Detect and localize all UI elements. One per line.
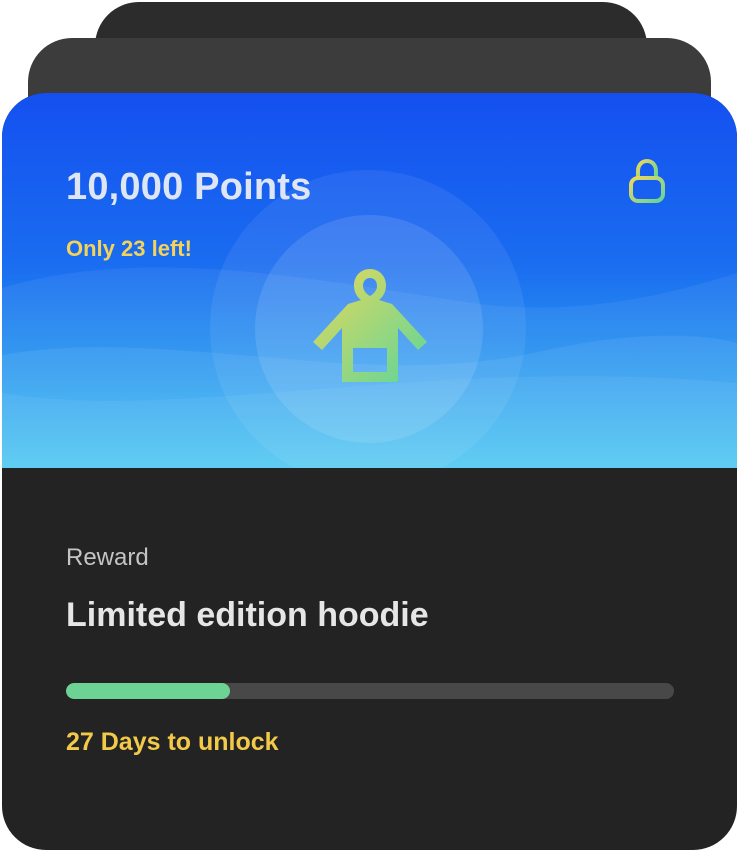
lock-status-button[interactable]: [625, 158, 669, 205]
lock-icon: [629, 158, 665, 203]
reward-name: Limited edition hoodie: [66, 596, 429, 634]
reward-details: Reward Limited edition hoodie 27 Days to…: [2, 468, 737, 850]
unlock-progress-bar: [66, 683, 674, 699]
reward-card[interactable]: 10,000 Points Only 23 left! Reward Limit…: [2, 93, 737, 850]
points-cost-title: 10,000 Points: [66, 166, 312, 208]
reward-hero-banner: 10,000 Points Only 23 left!: [2, 93, 737, 468]
unlock-countdown-text: 27 Days to unlock: [66, 728, 279, 756]
stock-remaining-note: Only 23 left!: [66, 236, 192, 261]
reward-section-label: Reward: [66, 544, 149, 571]
unlock-progress-fill: [66, 683, 231, 699]
hoodie-icon: [313, 269, 427, 382]
